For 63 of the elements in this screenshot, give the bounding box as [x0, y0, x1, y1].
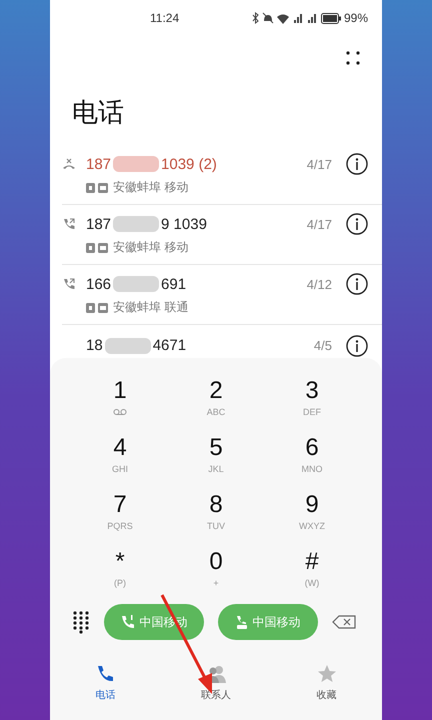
phone-number-start: 187 [86, 216, 112, 232]
sim-icon [86, 302, 95, 312]
dial-key[interactable]: 2 ABC [168, 370, 264, 427]
nav-tab[interactable]: 电话 [70, 663, 140, 703]
dial-key[interactable]: * (P) [72, 541, 168, 598]
blurred-digits [104, 338, 151, 354]
phone-number-start: 18 [86, 337, 103, 354]
phone-number-start: 187 [86, 156, 112, 172]
star-icon [316, 664, 337, 684]
call-date: 4/5 [314, 338, 332, 353]
hd-call-icon [236, 615, 248, 629]
info-icon[interactable] [346, 213, 368, 235]
sim-icon [86, 182, 95, 192]
sim-icon [86, 242, 95, 252]
blurred-digits [113, 276, 160, 292]
info-icon[interactable] [346, 273, 368, 295]
call-date: 4/17 [306, 216, 332, 232]
voicemail-icon [113, 408, 127, 416]
hd-icon [98, 242, 108, 252]
phone-number-start: 166 [86, 276, 112, 292]
dialpad-icon[interactable] [72, 610, 90, 634]
call-location: 安徽蚌埠 移动 [113, 179, 188, 196]
blurred-digits [113, 156, 160, 172]
call-date: 4/12 [306, 276, 332, 292]
signal-icon [308, 13, 316, 23]
status-time: 11:24 [150, 11, 180, 25]
hd-icon [98, 302, 108, 312]
dial-key[interactable]: 7 PQRS [72, 484, 168, 541]
phone-number-end: 691 [161, 276, 186, 292]
muted-bell-icon [262, 12, 274, 24]
backspace-icon[interactable] [332, 615, 356, 629]
outgoing-call-icon [62, 277, 76, 291]
signal-icon [294, 13, 302, 23]
battery-icon [320, 12, 341, 24]
dial-key[interactable]: 6 MNO [264, 427, 360, 484]
call-date: 4/17 [306, 156, 332, 172]
dial-key[interactable]: 1 [72, 370, 168, 427]
info-icon[interactable] [346, 334, 368, 356]
info-icon[interactable] [346, 153, 368, 175]
dial-key[interactable]: 5 JKL [168, 427, 264, 484]
dial-key[interactable]: # (W) [264, 541, 360, 598]
call-location: 安徽蚌埠 联通 [113, 299, 188, 316]
bluetooth-icon [252, 12, 259, 24]
page-title: 电话 [72, 96, 124, 129]
dial-key[interactable]: 4 GHI [72, 427, 168, 484]
call-location: 安徽蚌埠 移动 [113, 239, 188, 256]
hd-icon [98, 182, 108, 192]
battery-level: 99% [344, 11, 368, 25]
nav-tab[interactable]: 收藏 [292, 663, 362, 703]
outgoing-call-icon [62, 217, 76, 231]
blurred-digits [113, 216, 160, 232]
dial-key[interactable]: 0 + [168, 541, 264, 598]
dial-key[interactable]: 9 WXYZ [264, 484, 360, 541]
phone-number-end: 1039 (2) [161, 156, 217, 172]
phone-number-end: 4671 [152, 337, 186, 354]
sim-call-icon [120, 615, 134, 629]
dial-key[interactable]: 3 DEF [264, 370, 360, 427]
dial-key[interactable]: 8 TUV [168, 484, 264, 541]
wifi-icon [276, 12, 289, 24]
missed-call-icon [62, 157, 76, 171]
phone-icon [95, 664, 116, 684]
phone-number-end: 9 1039 [161, 216, 207, 232]
more-icon[interactable] [346, 51, 360, 65]
